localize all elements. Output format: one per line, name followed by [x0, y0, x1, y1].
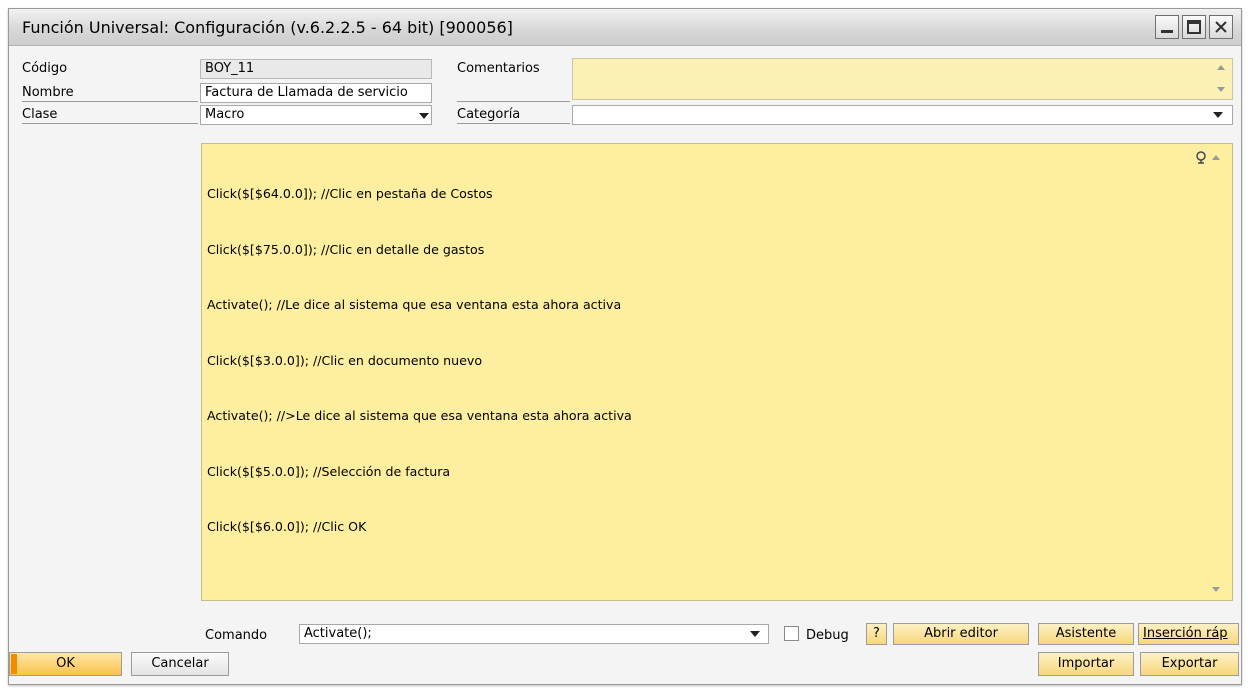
codigo-label: Código: [22, 61, 68, 76]
categoria-dropdown-icon[interactable]: [1213, 112, 1223, 118]
code-line: Activate(); //>Le dice al sistema que es…: [207, 408, 632, 423]
code-line: Click($[$64.0.0]); //Clic en pestaña de …: [207, 186, 493, 201]
clase-select[interactable]: Macro: [200, 105, 432, 125]
comentarios-label: Comentarios: [457, 61, 540, 76]
comando-label: Comando: [205, 628, 268, 643]
minimize-button[interactable]: [1155, 15, 1179, 39]
abrir-editor-button[interactable]: Abrir editor: [893, 623, 1029, 645]
maximize-icon: [1187, 20, 1201, 34]
categoria-select[interactable]: [572, 105, 1233, 125]
code-line: Click($[$3.0.0]); //Clic en documento nu…: [207, 352, 483, 368]
ok-accent-stripe: [11, 654, 17, 674]
zoom-globe-icon[interactable]: [1194, 150, 1208, 164]
help-button[interactable]: ?: [866, 623, 887, 645]
comando-value: Activate();: [304, 626, 372, 641]
ok-button-label: OK: [56, 656, 75, 671]
configuration-window: Función Universal: Configuración (v.6.2.…: [8, 8, 1242, 685]
cancelar-button[interactable]: Cancelar: [131, 652, 229, 676]
comando-dropdown-icon[interactable]: [750, 631, 760, 637]
insercion-rapida-button[interactable]: Inserción ráp: [1138, 623, 1239, 645]
macro-code-editor[interactable]: Click($[$64.0.0]); //Clic en pestaña de …: [201, 143, 1233, 601]
importar-button[interactable]: Importar: [1038, 652, 1134, 676]
comentarios-scroll-down-icon[interactable]: [1217, 87, 1225, 92]
maximize-button[interactable]: [1182, 15, 1206, 39]
exportar-button[interactable]: Exportar: [1140, 652, 1239, 676]
categoria-underline: [457, 123, 570, 124]
editor-scroll-down-icon[interactable]: [1212, 587, 1220, 592]
window-title: Función Universal: Configuración (v.6.2.…: [22, 18, 513, 37]
nombre-label: Nombre: [22, 85, 74, 100]
comentarios-underline: [457, 101, 570, 102]
close-icon: [1215, 21, 1227, 33]
minimize-icon: [1161, 30, 1173, 33]
categoria-label: Categoría: [457, 107, 521, 122]
comentarios-scroll-up-icon[interactable]: [1217, 65, 1225, 70]
code-line: Activate(); //Le dice al sistema que esa…: [207, 297, 622, 312]
clase-value: Macro: [205, 107, 245, 122]
close-button[interactable]: [1209, 15, 1233, 39]
code-lines: Click($[$64.0.0]); //Clic en pestaña de …: [207, 148, 632, 574]
debug-label: Debug: [806, 628, 849, 643]
nombre-underline: [22, 101, 198, 102]
asistente-button[interactable]: Asistente: [1038, 623, 1134, 645]
clase-label: Clase: [22, 107, 58, 122]
ok-button[interactable]: OK: [9, 652, 122, 676]
codigo-field[interactable]: BOY_11: [200, 59, 432, 79]
clase-dropdown-icon[interactable]: [419, 113, 429, 119]
editor-scroll-up-icon[interactable]: [1212, 155, 1220, 160]
clase-underline: [22, 123, 198, 124]
comentarios-textarea[interactable]: [572, 58, 1233, 100]
nombre-field[interactable]: Factura de Llamada de servicio: [200, 83, 432, 103]
title-bar[interactable]: Función Universal: Configuración (v.6.2.…: [9, 9, 1241, 46]
code-line: Click($[$75.0.0]); //Clic en detalle de …: [207, 241, 485, 257]
code-line: Click($[$5.0.0]); //Selección de factura: [207, 463, 451, 479]
debug-checkbox[interactable]: [784, 626, 799, 641]
code-line: Click($[$6.0.0]); //Clic OK: [207, 519, 367, 534]
comando-select[interactable]: Activate();: [299, 624, 769, 644]
